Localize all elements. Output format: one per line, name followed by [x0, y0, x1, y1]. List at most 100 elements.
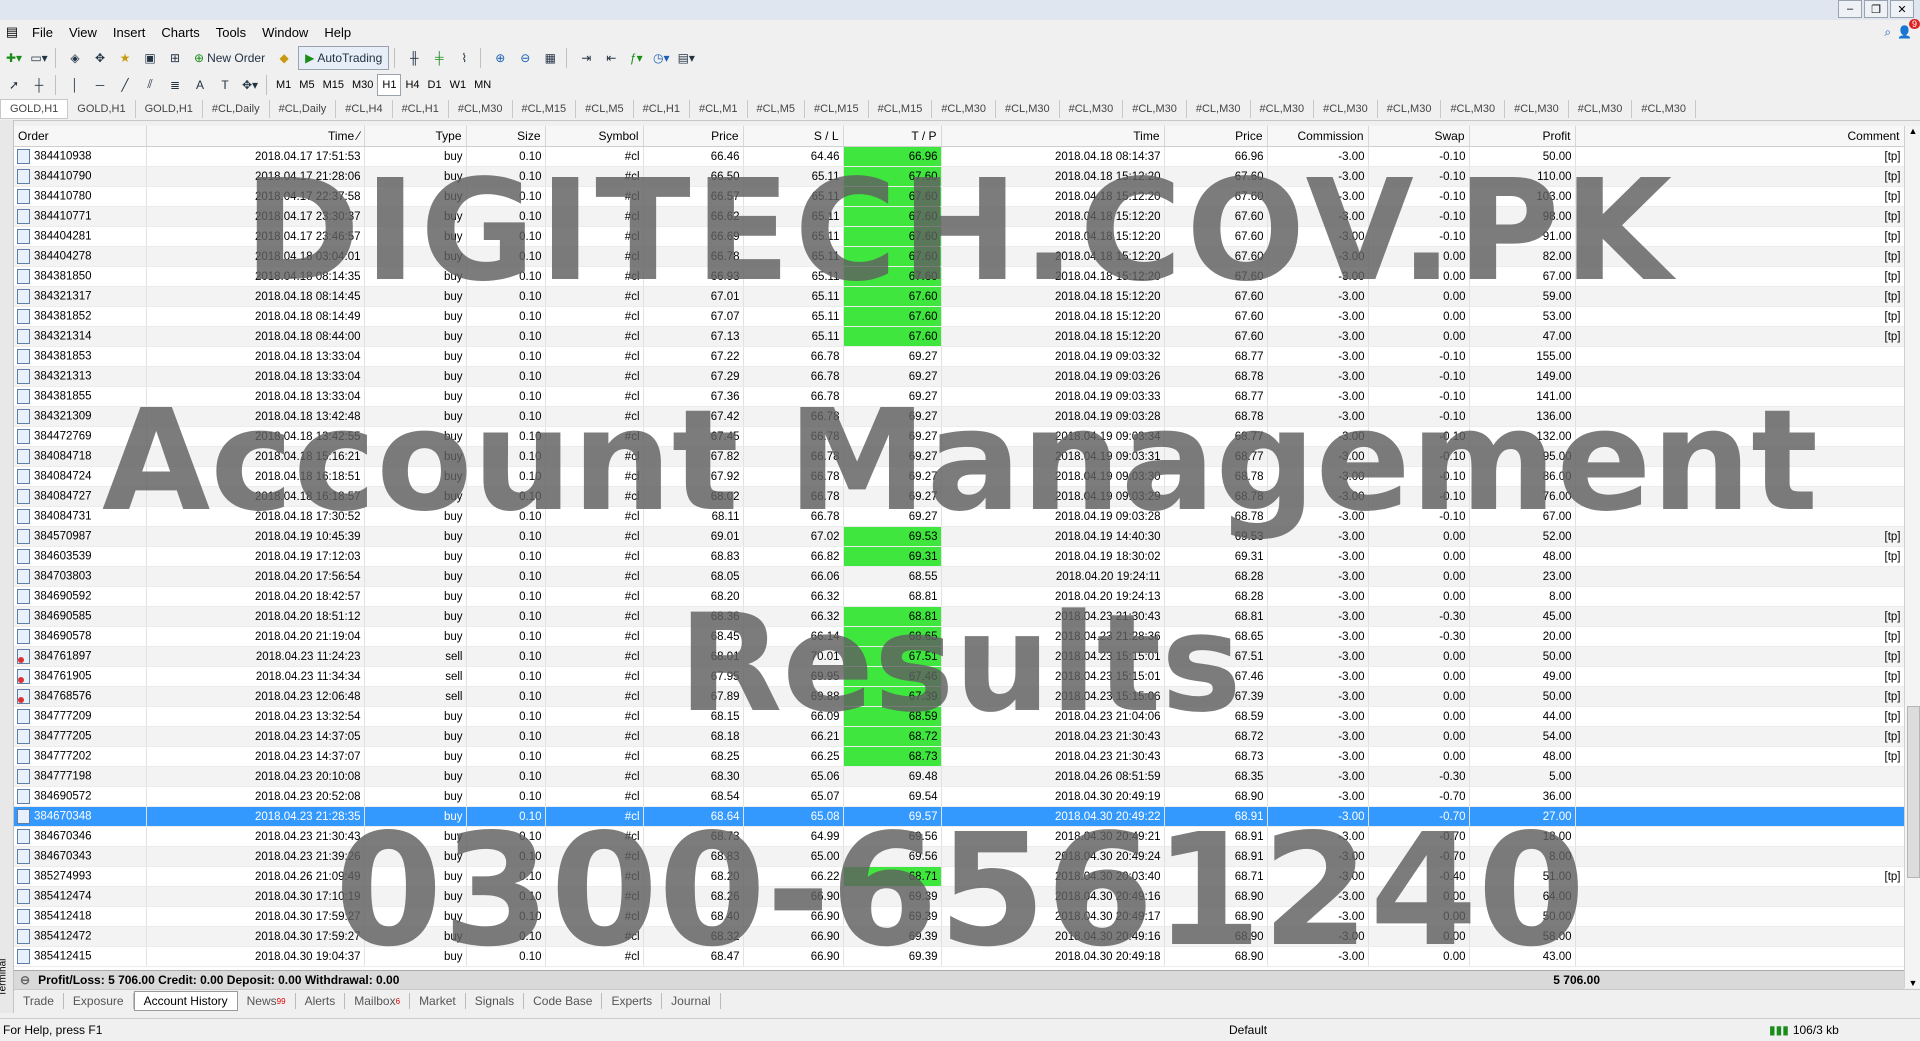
scrollbar-thumb[interactable]	[1907, 706, 1920, 878]
column-header[interactable]: Price	[1164, 126, 1268, 147]
column-header[interactable]: Time ⁄	[146, 126, 365, 147]
table-row[interactable]: 384410780 2018.04.17 22:37:58 buy 0.10 #cl 66…	[14, 186, 1905, 207]
table-row[interactable]: 384381852 2018.04.18 08:14:49 buy 0.10 #cl 67…	[14, 306, 1905, 327]
tile-windows-icon[interactable]: ▦	[539, 47, 561, 69]
chart-tab[interactable]: #CL,M1	[690, 100, 748, 118]
tab-journal[interactable]: Journal	[662, 993, 721, 1009]
chart-tab[interactable]: #CL,Daily	[270, 100, 337, 118]
chart-tab[interactable]: #CL,M5	[576, 100, 634, 118]
horizontal-line-icon[interactable]: ─	[89, 74, 111, 96]
table-row[interactable]: 384690572 2018.04.23 20:52:08 buy 0.10 #cl 68…	[14, 786, 1905, 807]
chart-tab[interactable]: #CL,M30	[449, 100, 513, 118]
table-row[interactable]: 384761905 2018.04.23 11:34:34 sell 0.10 #cl 6…	[14, 666, 1905, 687]
metaeditor-icon[interactable]: ◆	[273, 47, 295, 69]
notifications-icon[interactable]: 👤 9	[1897, 19, 1920, 39]
timeframe-w1[interactable]: W1	[446, 75, 471, 95]
table-row[interactable]: 384321314 2018.04.18 08:44:00 buy 0.10 #cl 67…	[14, 326, 1905, 347]
chart-tab[interactable]: #CL,Daily	[203, 100, 270, 118]
column-header[interactable]: Swap	[1368, 126, 1470, 147]
autotrading-button[interactable]: ▶ AutoTrading	[298, 45, 390, 70]
auto-scroll-icon[interactable]: ⇥	[575, 47, 597, 69]
navigator-icon[interactable]: ★	[114, 47, 136, 69]
fibonacci-icon[interactable]: ≣	[164, 74, 186, 96]
line-chart-icon[interactable]: ⌇	[453, 47, 475, 69]
tab-market[interactable]: Market	[410, 993, 466, 1009]
menu-insert[interactable]: Insert	[105, 25, 154, 40]
text-icon[interactable]: A	[189, 74, 211, 96]
table-row[interactable]: 384690578 2018.04.20 21:19:04 buy 0.10 #cl 68…	[14, 626, 1905, 647]
tab-code-base[interactable]: Code Base	[524, 993, 603, 1009]
restore-button[interactable]: ❐	[1864, 0, 1888, 18]
table-row[interactable]: 385412418 2018.04.30 17:59:27 buy 0.10 #cl 68…	[14, 906, 1905, 927]
table-row[interactable]: 384381850 2018.04.18 08:14:35 buy 0.10 #cl 66…	[14, 266, 1905, 287]
tab-account-history[interactable]: Account History	[133, 991, 238, 1011]
table-row[interactable]: 384670348 2018.04.23 21:28:35 buy 0.10 #cl 68…	[14, 806, 1905, 827]
chart-tab[interactable]: #CL,M5	[748, 100, 806, 118]
table-row[interactable]: 384703803 2018.04.20 17:56:54 buy 0.10 #cl 68…	[14, 566, 1905, 587]
table-row[interactable]: 384084724 2018.04.18 16:18:51 buy 0.10 #cl 67…	[14, 466, 1905, 487]
timeframe-d1[interactable]: D1	[424, 75, 446, 95]
text-label-icon[interactable]: T	[214, 74, 236, 96]
new-chart-icon[interactable]: ✚▾	[3, 47, 25, 69]
column-header[interactable]: T / P	[843, 126, 942, 147]
table-row[interactable]: 384777209 2018.04.23 13:32:54 buy 0.10 #cl 68…	[14, 706, 1905, 727]
zoom-in-icon[interactable]: ⊕	[489, 47, 511, 69]
timeframe-mn[interactable]: MN	[470, 75, 495, 95]
table-row[interactable]: 384777202 2018.04.23 14:37:07 buy 0.10 #cl 68…	[14, 746, 1905, 767]
table-row[interactable]: 384777198 2018.04.23 20:10:08 buy 0.10 #cl 68…	[14, 766, 1905, 787]
table-row[interactable]: 384570987 2018.04.19 10:45:39 buy 0.10 #cl 69…	[14, 526, 1905, 547]
table-row[interactable]: 384410771 2018.04.17 23:30:37 buy 0.10 #cl 66…	[14, 206, 1905, 227]
vertical-line-icon[interactable]: │	[64, 74, 86, 96]
chart-tab[interactable]: GOLD,H1	[0, 99, 69, 119]
crosshair-icon[interactable]: ┼	[28, 74, 50, 96]
chart-tab[interactable]: GOLD,H1	[68, 100, 136, 118]
table-row[interactable]: 384321317 2018.04.18 08:14:45 buy 0.10 #cl 67…	[14, 286, 1905, 307]
table-row[interactable]: 384381853 2018.04.18 13:33:04 buy 0.10 #cl 67…	[14, 346, 1905, 367]
timeframe-m15[interactable]: M15	[319, 75, 348, 95]
column-header[interactable]: Profit	[1469, 126, 1576, 147]
table-row[interactable]: 384690585 2018.04.20 18:51:12 buy 0.10 #cl 68…	[14, 606, 1905, 627]
column-header[interactable]: S / L	[743, 126, 844, 147]
close-button[interactable]: ✕	[1890, 0, 1914, 18]
tab-news[interactable]: News 99	[238, 993, 296, 1009]
column-header[interactable]: Price	[643, 126, 744, 147]
table-row[interactable]: 384084718 2018.04.18 15:16:21 buy 0.10 #cl 67…	[14, 446, 1905, 467]
table-row[interactable]: 385274993 2018.04.26 21:09:49 buy 0.10 #cl 68…	[14, 866, 1905, 887]
menu-charts[interactable]: Charts	[153, 25, 207, 40]
chart-tab[interactable]: #CL,H1	[393, 100, 449, 118]
collapse-icon[interactable]: ⊖	[14, 973, 30, 987]
equidistant-channel-icon[interactable]: ⫽	[139, 74, 161, 96]
chart-tab[interactable]: #CL,M30	[1314, 100, 1378, 118]
column-header[interactable]: Symbol	[545, 126, 644, 147]
table-row[interactable]: 385412474 2018.04.30 17:10:19 buy 0.10 #cl 68…	[14, 886, 1905, 907]
chart-tab[interactable]: #CL,H4	[336, 100, 393, 118]
table-row[interactable]: 384690592 2018.04.20 18:42:57 buy 0.10 #cl 68…	[14, 586, 1905, 607]
column-header[interactable]: Type	[364, 126, 467, 147]
timeframe-h4[interactable]: H4	[401, 75, 423, 95]
chart-shift-icon[interactable]: ⇤	[600, 47, 622, 69]
column-header[interactable]: Commission	[1267, 126, 1369, 147]
tab-exposure[interactable]: Exposure	[64, 993, 134, 1009]
menu-file[interactable]: File	[24, 25, 61, 40]
data-window-icon[interactable]: ✥	[89, 47, 111, 69]
terminal-icon[interactable]: ▣	[139, 47, 161, 69]
table-row[interactable]: 385412472 2018.04.30 17:59:27 buy 0.10 #cl 68…	[14, 926, 1905, 947]
indicators-icon[interactable]: ƒ▾	[625, 47, 647, 69]
table-row[interactable]: 385412415 2018.04.30 19:04:37 buy 0.10 #cl 68…	[14, 946, 1905, 967]
chart-tab[interactable]: #CL,M30	[1505, 100, 1569, 118]
minimize-button[interactable]: –	[1838, 0, 1862, 18]
scroll-down-icon[interactable]: ▼	[1905, 978, 1920, 988]
periods-icon[interactable]: ◷▾	[650, 47, 672, 69]
table-row[interactable]: 384670343 2018.04.23 21:39:26 buy 0.10 #cl 68…	[14, 846, 1905, 867]
chart-tab[interactable]: #CL,M30	[932, 100, 996, 118]
column-header[interactable]: Time	[941, 126, 1165, 147]
table-row[interactable]: 384084731 2018.04.18 17:30:52 buy 0.10 #cl 68…	[14, 506, 1905, 527]
table-row[interactable]: 384603539 2018.04.19 17:12:03 buy 0.10 #cl 68…	[14, 546, 1905, 567]
market-watch-icon[interactable]: ◈	[64, 47, 86, 69]
table-row[interactable]: 384472769 2018.04.18 13:42:55 buy 0.10 #cl 67…	[14, 426, 1905, 447]
arrows-icon[interactable]: ✥▾	[239, 74, 261, 96]
profiles-icon[interactable]: ▭▾	[28, 47, 50, 69]
search-icon[interactable]: ⌕	[1884, 25, 1891, 40]
chart-tab[interactable]: #CL,M30	[1123, 100, 1187, 118]
templates-icon[interactable]: ▤▾	[675, 47, 697, 69]
